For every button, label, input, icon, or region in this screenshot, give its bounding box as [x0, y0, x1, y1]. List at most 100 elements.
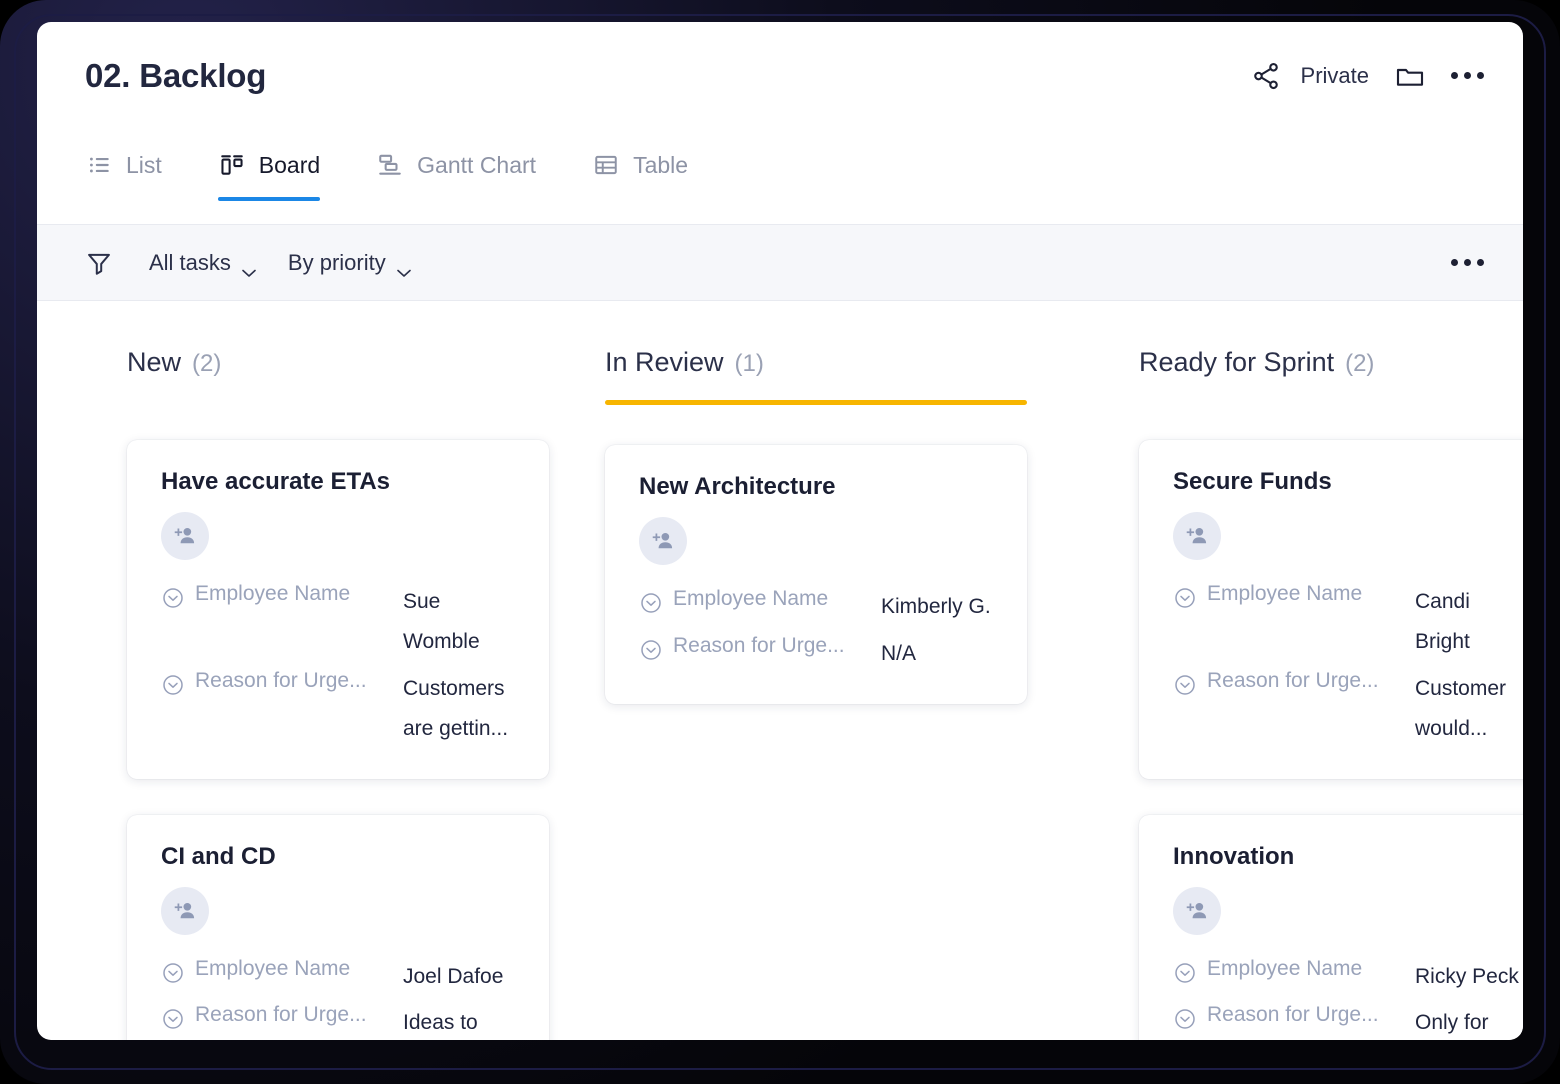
column-header: New (2)	[127, 347, 557, 400]
tab-label: List	[126, 152, 162, 179]
header-actions: Private	[1249, 59, 1486, 93]
card-field-label: Reason for Urge...	[673, 634, 881, 658]
add-person-icon[interactable]	[1173, 512, 1221, 560]
card-field-label: Reason for Urge...	[1207, 669, 1415, 693]
card-field-row[interactable]: Employee NameCandi Bright	[1173, 582, 1523, 662]
card-field-row[interactable]: Reason for Urge...Ideas to implemen...	[161, 1003, 515, 1040]
group-by-dropdown[interactable]: By priority	[288, 250, 411, 276]
card-field-value: Kimberly G.	[881, 587, 991, 627]
tab-list[interactable]: List	[85, 129, 162, 201]
card-title: Innovation	[1173, 843, 1523, 871]
card-field-label: Employee Name	[1207, 582, 1415, 606]
chevron-circle-icon	[161, 1007, 185, 1031]
column-header: Ready for Sprint(2)	[1139, 347, 1515, 400]
card-field-row[interactable]: Reason for Urge...Only for testing re...	[1173, 1003, 1523, 1040]
task-card[interactable]: CI and CDEmployee NameJoel DafoeReason f…	[127, 815, 549, 1040]
kanban-board: New(2)Have accurate ETAsEmployee NameSue…	[37, 301, 1523, 1040]
chevron-circle-icon	[1173, 586, 1197, 610]
tab-label: Gantt Chart	[417, 152, 536, 179]
chevron-down-icon	[242, 258, 256, 267]
column-title: New	[127, 347, 181, 378]
task-card[interactable]: Have accurate ETAs Employee NameSue Wombl…	[127, 440, 549, 779]
card-field-label: Reason for Urge...	[195, 669, 403, 693]
column-count: (2)	[192, 350, 221, 378]
card-field-value: Ricky Peck	[1415, 957, 1519, 997]
page-header: 02. Backlog Private	[37, 22, 1523, 129]
card-field-value: Ideas to implemen...	[403, 1003, 515, 1040]
list-icon	[85, 151, 113, 179]
card-title: Secure Funds	[1173, 468, 1523, 496]
board-icon	[218, 151, 246, 179]
add-person-icon[interactable]	[639, 517, 687, 565]
chevron-circle-icon	[639, 638, 663, 662]
add-person-icon[interactable]	[161, 887, 209, 935]
card-field-label: Employee Name	[195, 957, 403, 981]
filter-toolbar: All tasks By priority	[37, 225, 1523, 301]
column-title: Ready for Sprint	[1139, 347, 1334, 378]
card-list: Secure FundsEmployee NameCandi BrightRea…	[1139, 440, 1515, 1040]
privacy-label[interactable]: Private	[1301, 63, 1369, 89]
task-card[interactable]: Secure FundsEmployee NameCandi BrightRea…	[1139, 440, 1523, 779]
card-field-label: Employee Name	[195, 582, 403, 606]
chevron-circle-icon	[161, 586, 185, 610]
tab-label: Table	[633, 152, 688, 179]
app-window: 02. Backlog Private	[37, 22, 1523, 1040]
column-color-rule	[605, 400, 1027, 405]
share-icon[interactable]	[1249, 59, 1283, 93]
device-frame: 02. Backlog Private	[0, 0, 1560, 1084]
page-title: 02. Backlog	[85, 57, 266, 95]
card-field-value: Sue Womble	[403, 582, 515, 662]
card-list: New Architecture Employee NameKimberly G.…	[605, 445, 1035, 704]
board-column: In Review(1) New Architecture Employee Nam…	[605, 347, 1083, 1040]
card-field-label: Reason for Urge...	[1207, 1003, 1415, 1027]
chevron-circle-icon	[161, 673, 185, 697]
chevron-circle-icon	[1173, 673, 1197, 697]
card-field-row[interactable]: Reason for Urge...Customers are gettin..…	[161, 669, 515, 749]
more-options-icon[interactable]	[1449, 68, 1486, 83]
card-list: Have accurate ETAsEmployee NameSue Wombl…	[127, 440, 557, 1040]
card-field-value: Customer would...	[1415, 669, 1523, 749]
card-field-value: Candi Bright	[1415, 582, 1523, 662]
column-title: In Review	[605, 347, 724, 378]
tab-label: Board	[259, 152, 320, 179]
card-field-row[interactable]: Reason for Urge...Customer would...	[1173, 669, 1523, 749]
tab-gantt-chart[interactable]: Gantt Chart	[376, 129, 536, 201]
toolbar-more-options-icon[interactable]	[1449, 255, 1486, 270]
card-field-value: Only for testing re...	[1415, 1003, 1523, 1040]
chevron-circle-icon	[639, 591, 663, 615]
card-fields: Employee NameKimberly G.Reason for Urge.…	[639, 587, 993, 674]
filter-icon[interactable]	[85, 248, 115, 278]
card-field-row[interactable]: Reason for Urge...N/A	[639, 634, 993, 674]
gantt-icon	[376, 151, 404, 179]
card-field-row[interactable]: Employee NameSue Womble	[161, 582, 515, 662]
tab-table[interactable]: Table	[592, 129, 688, 201]
view-tabs: List Board	[37, 129, 1523, 225]
card-field-row[interactable]: Employee NameRicky Peck	[1173, 957, 1523, 997]
folder-icon[interactable]	[1393, 59, 1427, 93]
card-field-value: Joel Dafoe	[403, 957, 503, 997]
card-field-label: Employee Name	[673, 587, 881, 611]
card-field-label: Employee Name	[1207, 957, 1415, 981]
task-filter-dropdown[interactable]: All tasks	[149, 250, 256, 276]
add-person-icon[interactable]	[161, 512, 209, 560]
column-header: In Review(1)	[605, 347, 1035, 400]
task-filter-value: All tasks	[149, 250, 231, 276]
chevron-circle-icon	[1173, 961, 1197, 985]
card-field-label: Reason for Urge...	[195, 1003, 403, 1027]
card-fields: Employee NameJoel DafoeReason for Urge..…	[161, 957, 515, 1040]
task-card[interactable]: New Architecture Employee NameKimberly G.…	[605, 445, 1027, 704]
card-title: Have accurate ETAs	[161, 468, 515, 496]
card-title: New Architecture	[639, 473, 993, 501]
tab-board[interactable]: Board	[218, 129, 320, 201]
card-fields: Employee NameSue WombleReason for Urge..…	[161, 582, 515, 749]
card-fields: Employee NameCandi BrightReason for Urge…	[1173, 582, 1523, 749]
card-title: CI and CD	[161, 843, 515, 871]
card-field-value: N/A	[881, 634, 916, 674]
chevron-circle-icon	[161, 961, 185, 985]
card-fields: Employee NameRicky PeckReason for Urge..…	[1173, 957, 1523, 1040]
card-field-row[interactable]: Employee NameJoel Dafoe	[161, 957, 515, 997]
chevron-circle-icon	[1173, 1007, 1197, 1031]
task-card[interactable]: InnovationEmployee NameRicky PeckReason …	[1139, 815, 1523, 1040]
card-field-row[interactable]: Employee NameKimberly G.	[639, 587, 993, 627]
add-person-icon[interactable]	[1173, 887, 1221, 935]
